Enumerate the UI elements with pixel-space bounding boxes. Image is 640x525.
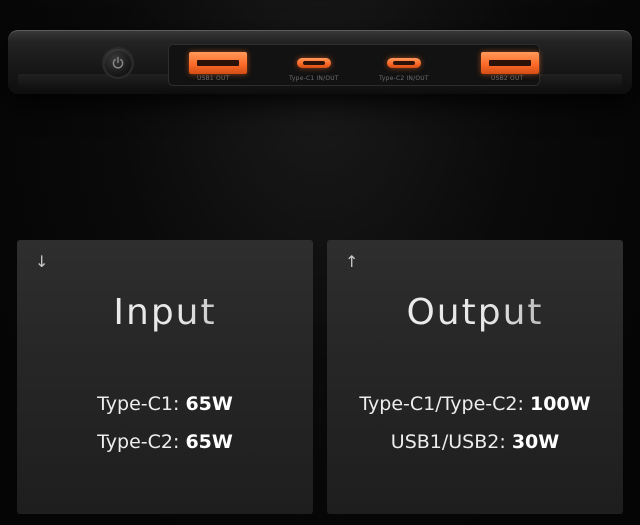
power-button [104,49,132,77]
spec-row: Type-C2: 65W [17,423,313,461]
spec-label: Type-C1: [97,393,180,415]
spec-label: Type-C2: [97,431,180,453]
spec-value: 100W [529,393,591,415]
input-card: ↓ Input Type-C1: 65W Type-C2: 65W [17,240,313,514]
type-c2-port [387,58,421,68]
output-card: ↑ Output Type-C1/Type-C2: 100W USB1/USB2… [327,240,623,514]
usb2-port-label: USB2 OUT [491,75,524,82]
spec-row: USB1/USB2: 30W [327,423,623,461]
spec-row: Type-C1: 65W [17,385,313,423]
type-c1-port [297,58,331,68]
product-banner: USB1 OUT Type-C1 IN/OUT Type-C2 IN/OUT U… [0,0,640,525]
type-c2-port-label: Type-C2 IN/OUT [379,75,429,82]
power-bank-device: USB1 OUT Type-C1 IN/OUT Type-C2 IN/OUT U… [8,30,632,94]
port-panel: USB1 OUT Type-C1 IN/OUT Type-C2 IN/OUT U… [168,44,540,86]
spec-label: Type-C1/Type-C2: [359,393,524,415]
usb1-port-label: USB1 OUT [197,75,230,82]
spec-label: USB1/USB2: [390,431,506,453]
input-spec-list: Type-C1: 65W Type-C2: 65W [17,385,313,461]
arrow-down-icon: ↓ [35,252,49,271]
spec-row: Type-C1/Type-C2: 100W [327,385,623,423]
type-c1-port-label: Type-C1 IN/OUT [289,75,339,82]
input-title: Input [17,292,313,333]
spec-value: 30W [511,431,560,453]
output-spec-list: Type-C1/Type-C2: 100W USB1/USB2: 30W [327,385,623,461]
power-icon [112,56,124,69]
usb2-port [481,52,539,74]
output-title: Output [327,292,623,333]
spec-value: 65W [185,393,233,415]
spec-value: 65W [185,431,233,453]
usb1-port [189,52,247,74]
arrow-up-icon: ↑ [345,252,359,271]
